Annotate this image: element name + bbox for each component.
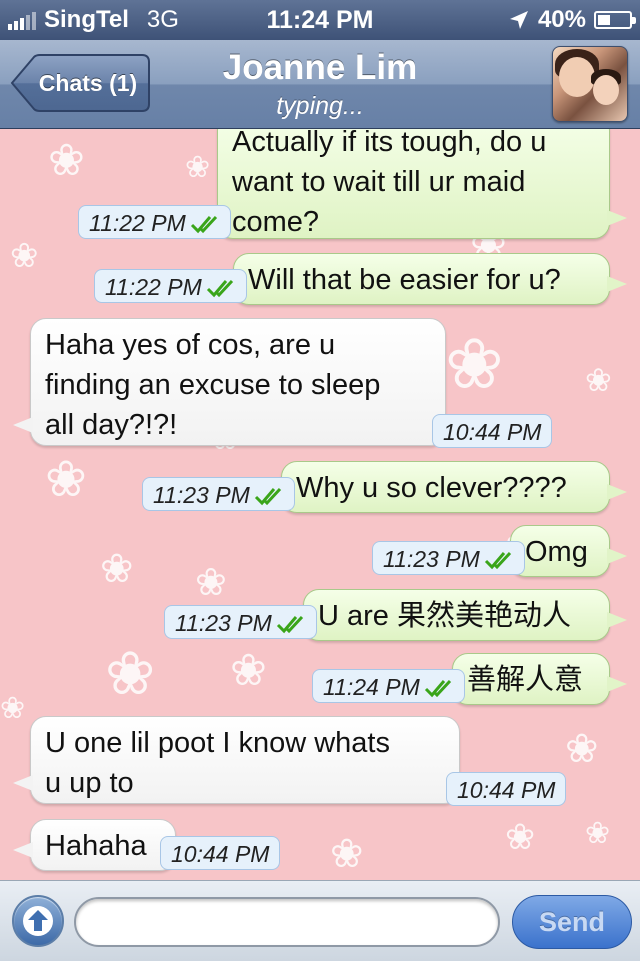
- message-bubble-outgoing[interactable]: Omg: [510, 525, 627, 577]
- timestamp-text: 10:44 PM: [457, 777, 556, 803]
- flower-icon: ❀: [105, 640, 156, 707]
- chat-area[interactable]: ❀ ❀ ❀ ❀ ❀ ❀ ❀ ❀ ❀ ❀ ❀ ❀ ❀ ❀ ❀ ❀ ❀ ❀ Actu…: [0, 129, 640, 880]
- flower-icon: ❀: [185, 151, 211, 184]
- double-check-icon: [484, 551, 511, 570]
- flower-icon: ❀: [585, 362, 612, 398]
- message-bubble-incoming[interactable]: U one lil poot I know whats u up to: [13, 716, 460, 804]
- message-line: come?: [232, 206, 320, 238]
- message-timestamp: 11:22 PM: [78, 205, 231, 239]
- message-text-input[interactable]: [74, 897, 500, 947]
- back-to-chats-button[interactable]: Chats (1): [10, 54, 150, 112]
- attach-button[interactable]: [12, 895, 64, 947]
- contact-status: typing...: [276, 92, 364, 120]
- message-bubble-outgoing[interactable]: Will that be easier for u?: [233, 253, 627, 305]
- double-check-icon: [190, 215, 217, 234]
- contact-avatar[interactable]: [552, 46, 628, 122]
- battery-fill: [598, 15, 610, 25]
- battery-icon: [594, 11, 636, 29]
- message-bubble-outgoing[interactable]: 善解人意: [452, 653, 627, 705]
- message-bubble-outgoing[interactable]: Actually if its tough, do u want to wait…: [217, 129, 627, 239]
- message-line: U one lil poot I know whats: [45, 727, 390, 759]
- double-check-icon: [206, 279, 233, 298]
- flower-icon: ❀: [0, 692, 26, 725]
- back-button-label: Chats (1): [38, 70, 138, 96]
- message-timestamp: 11:23 PM: [372, 541, 525, 575]
- flower-icon: ❀: [100, 547, 134, 591]
- double-check-icon: [276, 615, 303, 634]
- message-bubble-outgoing[interactable]: Why u so clever????: [281, 461, 627, 513]
- message-line: u up to: [45, 767, 134, 799]
- message-line: Hahaha: [45, 830, 147, 862]
- timestamp-text: 10:44 PM: [443, 419, 542, 445]
- flower-icon: ❀: [445, 325, 504, 403]
- message-line: Haha yes of cos, are u: [45, 329, 336, 361]
- timestamp-text: 11:22 PM: [105, 274, 202, 300]
- message-bubble-incoming[interactable]: Hahaha: [13, 819, 176, 871]
- flower-icon: ❀: [10, 237, 39, 275]
- nav-bar: Chats (1) Joanne Lim typing...: [0, 40, 640, 129]
- timestamp-text: 11:24 PM: [323, 674, 420, 700]
- message-timestamp: 11:22 PM: [94, 269, 247, 303]
- message-timestamp: 11:23 PM: [164, 605, 317, 639]
- timestamp-text: 10:44 PM: [171, 841, 270, 867]
- contact-name: Joanne Lim: [222, 48, 418, 87]
- message-bubble-incoming[interactable]: Haha yes of cos, are u finding an excuse…: [13, 318, 446, 446]
- status-right: 40%: [508, 6, 636, 34]
- message-line: Why u so clever????: [296, 472, 567, 504]
- message-line: 善解人意: [467, 664, 584, 696]
- flower-icon: ❀: [565, 727, 599, 771]
- message-line: Will that be easier for u?: [248, 264, 561, 296]
- message-bubble-outgoing[interactable]: U are 果然美艳动人: [303, 589, 627, 641]
- flower-icon: ❀: [195, 562, 227, 604]
- message-line: Actually if its tough, do u: [232, 129, 547, 158]
- flower-icon: ❀: [585, 817, 611, 850]
- message-line: U are 果然美艳动人: [318, 600, 571, 632]
- timestamp-text: 11:23 PM: [153, 482, 250, 508]
- flower-icon: ❀: [230, 646, 267, 695]
- message-timestamp: 11:24 PM: [312, 669, 465, 703]
- timestamp-text: 11:23 PM: [175, 610, 272, 636]
- timestamp-text: 11:23 PM: [383, 546, 480, 572]
- battery-percent: 40%: [537, 6, 586, 33]
- flower-icon: ❀: [505, 816, 536, 857]
- double-check-icon: [254, 487, 281, 506]
- message-timestamp: 10:44 PM: [432, 414, 553, 448]
- message-line: Omg: [525, 536, 588, 568]
- send-button[interactable]: Send: [512, 895, 632, 949]
- message-line: want to wait till ur maid: [232, 166, 526, 198]
- flower-icon: ❀: [45, 451, 87, 507]
- message-timestamp: 10:44 PM: [160, 836, 281, 870]
- message-timestamp: 11:23 PM: [142, 477, 295, 511]
- message-input-bar: Send: [0, 880, 640, 961]
- message-line: all day?!?!: [45, 409, 178, 441]
- flower-icon: ❀: [330, 832, 364, 876]
- status-bar: SingTel 3G 11:24 PM 40%: [0, 0, 640, 40]
- message-timestamp: 10:44 PM: [446, 772, 567, 806]
- arrow-up-circle-icon: [23, 906, 53, 936]
- location-arrow-icon: [509, 11, 528, 29]
- flower-icon: ❀: [48, 136, 85, 185]
- timestamp-text: 11:22 PM: [89, 210, 186, 236]
- double-check-icon: [424, 679, 451, 698]
- message-line: finding an excuse to sleep: [45, 369, 381, 401]
